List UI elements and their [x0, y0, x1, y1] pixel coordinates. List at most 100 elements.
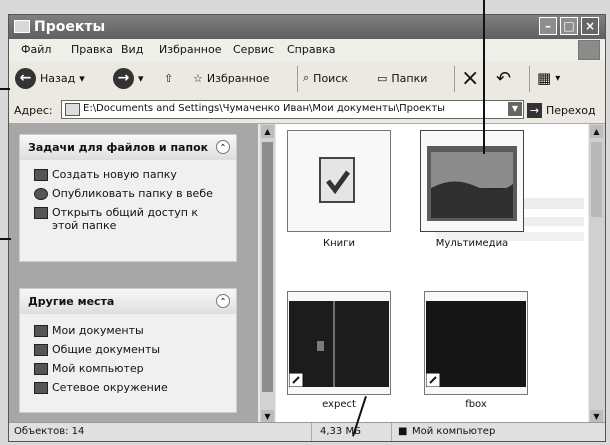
back-button[interactable]: ← Назад ▾: [15, 66, 85, 90]
panel-header[interactable]: Задачи для файлов и папок ⌃: [20, 135, 236, 160]
explorer-window: Проекты – □ × Файл Правка Вид Избранное …: [8, 14, 606, 442]
place-shared-documents[interactable]: Общие документы: [20, 341, 236, 360]
status-bar: Объектов: 14 4,33 МБ ■ Мой компьютер: [9, 422, 605, 441]
status-object-count: Объектов: 14: [14, 426, 85, 437]
back-arrow-icon: ←: [15, 67, 36, 89]
menu-favorites[interactable]: Избранное: [159, 43, 221, 56]
my-computer-icon: ■: [398, 426, 408, 437]
back-label: Назад: [40, 71, 76, 85]
publish-web-icon: [34, 188, 48, 200]
place-label: Мой компьютер: [52, 362, 144, 375]
address-field[interactable]: E:\Documents and Settings\Чумаченко Иван…: [61, 100, 524, 119]
task-share-folder[interactable]: Открыть общий доступ к этой папке: [20, 204, 236, 236]
views-button[interactable]: ▦ ▾: [537, 66, 560, 90]
file-item-multimedia[interactable]: Мультимедиа: [420, 130, 524, 252]
file-label: fbox: [465, 399, 487, 410]
minimize-button[interactable]: –: [539, 17, 557, 35]
search-label: Поиск: [313, 71, 349, 85]
address-label: Адрес:: [14, 104, 53, 117]
file-item-fbox[interactable]: fbox: [424, 291, 528, 413]
undo-button[interactable]: ↶: [496, 66, 511, 90]
title-bar: Проекты – □ ×: [9, 15, 605, 39]
scroll-thumb[interactable]: [591, 142, 602, 217]
file-label: Книги: [323, 238, 355, 249]
dropdown-arrow-icon: ▾: [555, 72, 561, 84]
toolbar-separator: [454, 66, 455, 92]
file-item-expect[interactable]: expect: [287, 291, 391, 413]
task-create-folder[interactable]: Создать новую папку: [20, 166, 236, 185]
go-label: Переход: [546, 103, 596, 117]
place-my-documents[interactable]: Мои документы: [20, 322, 236, 341]
my-computer-icon: [34, 363, 48, 375]
star-icon: ☆: [193, 71, 203, 85]
file-label: expect: [322, 399, 356, 410]
other-places-panel: Другие места ⌃ Мои документы Общие докум…: [19, 288, 237, 413]
callout-line-top: [483, 0, 485, 154]
menu-tools[interactable]: Сервис: [233, 43, 274, 56]
folders-button[interactable]: ▭ Папки: [377, 66, 427, 90]
dropdown-arrow-icon: ▾: [138, 71, 144, 85]
window-controls: – □ ×: [539, 17, 599, 35]
scroll-up-icon[interactable]: ▲: [261, 125, 274, 138]
scroll-thumb[interactable]: [262, 142, 273, 392]
menu-bar: Файл Правка Вид Избранное Сервис Справка: [9, 39, 605, 62]
delete-button[interactable]: ×: [461, 66, 479, 91]
callout-line-left-pane: [0, 238, 11, 240]
menu-edit[interactable]: Правка: [71, 43, 113, 56]
task-label: Создать новую папку: [52, 168, 177, 181]
collapse-icon[interactable]: ⌃: [216, 140, 230, 154]
shortcut-image-icon: [426, 301, 526, 387]
file-item-books[interactable]: Книги: [287, 130, 391, 252]
task-publish-web[interactable]: Опубликовать папку в вебе: [20, 185, 236, 204]
folder-icon: [65, 103, 80, 116]
menu-file[interactable]: Файл: [21, 43, 51, 56]
search-button[interactable]: ⌕ Поиск: [303, 66, 348, 90]
up-button[interactable]: ⇧: [164, 66, 173, 90]
left-pane-scrollbar[interactable]: ▲ ▼: [260, 124, 275, 425]
panel-title: Задачи для файлов и папок: [28, 141, 209, 154]
file-label: Мультимедиа: [435, 238, 509, 249]
scroll-up-icon[interactable]: ▲: [590, 125, 603, 138]
folders-icon: ▭: [377, 71, 388, 85]
status-location: Мой компьютер: [412, 426, 496, 437]
place-my-computer[interactable]: Мой компьютер: [20, 360, 236, 379]
task-label: Открыть общий доступ к: [52, 206, 199, 219]
panel-header[interactable]: Другие места ⌃: [20, 289, 236, 314]
menu-view[interactable]: Вид: [121, 43, 143, 56]
share-folder-icon: [34, 207, 48, 219]
new-folder-icon: [34, 169, 48, 181]
forward-button[interactable]: → ▾: [113, 66, 144, 90]
window-title: Проекты: [34, 19, 106, 35]
go-button[interactable]: → Переход: [527, 100, 605, 120]
chevron-down-icon[interactable]: ▼: [508, 102, 522, 116]
address-bar: Адрес: E:\Documents and Settings\Чумачен…: [9, 97, 605, 124]
callout-line-left-toolbar: [0, 88, 10, 90]
favorites-button[interactable]: ☆ Избранное: [193, 66, 269, 90]
folder-image-icon: [427, 146, 517, 221]
maximize-button[interactable]: □: [560, 17, 578, 35]
file-folder-tasks-panel: Задачи для файлов и папок ⌃ Создать нову…: [19, 134, 237, 262]
search-icon: ⌕: [303, 71, 310, 84]
place-label: Мои документы: [52, 324, 144, 337]
toolbar: ← Назад ▾ → ▾ ⇧ ☆ Избранное ⌕ Поиск ▭ Па…: [9, 61, 605, 98]
forward-arrow-icon: →: [113, 67, 134, 89]
go-arrow-icon: →: [527, 102, 542, 118]
document-icon: [319, 157, 355, 203]
shortcut-image-icon: [289, 301, 389, 387]
up-folder-icon: ⇧: [164, 71, 174, 85]
status-cell: ■ Мой компьютер: [392, 423, 605, 441]
favorites-label: Избранное: [206, 71, 270, 85]
close-button[interactable]: ×: [581, 17, 599, 35]
collapse-icon[interactable]: ⌃: [216, 294, 230, 308]
panel-title: Другие места: [28, 295, 115, 308]
folder-icon: [14, 20, 30, 33]
file-list-scrollbar[interactable]: ▲ ▼: [589, 124, 605, 425]
toolbar-separator: [297, 66, 298, 92]
place-network[interactable]: Сетевое окружение: [20, 379, 236, 398]
views-icon: ▦: [537, 69, 552, 87]
my-documents-icon: [34, 325, 48, 337]
undo-icon: ↶: [496, 67, 512, 89]
menu-help[interactable]: Справка: [287, 43, 335, 56]
task-pane: Задачи для файлов и папок ⌃ Создать нову…: [9, 124, 258, 425]
task-label: Опубликовать папку в вебе: [52, 187, 213, 200]
